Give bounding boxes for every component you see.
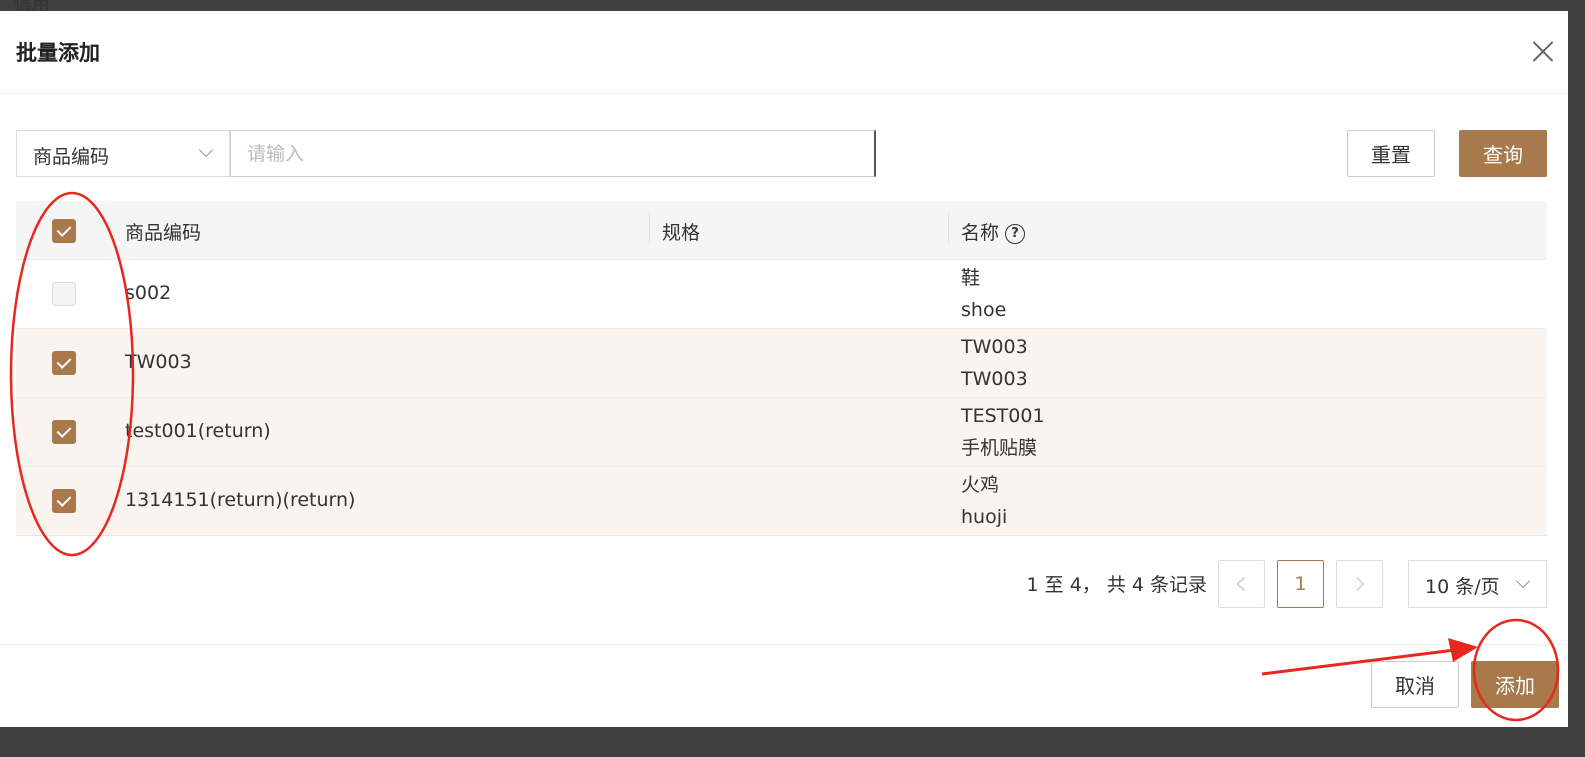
pagination: 1 至 4， 共 4 条记录 1 10 条/页 [0,560,1568,608]
row-name: TEST001 手机贴膜 [961,400,1045,464]
row-checkbox[interactable] [52,420,76,444]
row-code: test001(return) [125,420,271,442]
table-header: 商品编码 规格 名称? [16,201,1547,259]
help-icon[interactable]: ? [1005,223,1026,244]
row-name-line: TW003 [961,336,1028,358]
chevron-down-icon [198,142,214,158]
dialog-header: 批量添加 [0,11,1568,94]
column-divider [649,213,650,243]
row-name-line: huoji [961,506,1008,528]
row-code: s002 [125,282,172,304]
reset-button[interactable]: 重置 [1347,130,1435,177]
row-name-line: TEST001 [961,405,1045,427]
row-checkbox[interactable] [52,282,76,306]
cancel-button[interactable]: 取消 [1371,661,1459,708]
product-table: 商品编码 规格 名称? s002 鞋 shoe TW003 TW003 TW00… [16,201,1547,536]
chevron-down-icon [1515,573,1531,589]
search-field-label: 商品编码 [33,146,110,168]
chevron-right-icon [1349,576,1365,592]
pagination-summary: 1 至 4， 共 4 条记录 [1026,574,1207,596]
table-row[interactable]: 1314151(return)(return) 火鸡 huoji [16,466,1547,535]
column-header-code: 商品编码 [125,222,202,244]
query-button[interactable]: 查询 [1459,130,1547,177]
page-size-label: 10 条/页 [1425,576,1500,598]
dialog-footer: 取消 添加 [0,644,1568,727]
column-divider [948,213,949,243]
next-page-button[interactable] [1336,560,1383,608]
chevron-left-icon [1236,576,1252,592]
row-name-line: shoe [961,299,1007,321]
page-size-select[interactable]: 10 条/页 [1408,560,1547,608]
dialog-title: 批量添加 [16,41,100,65]
select-all-checkbox[interactable] [52,219,76,243]
search-field-select[interactable]: 商品编码 [16,130,230,177]
close-icon[interactable] [1530,39,1556,65]
row-checkbox[interactable] [52,489,76,513]
row-name-line: 火鸡 [961,474,1000,496]
prev-page-button[interactable] [1218,560,1265,608]
row-code: TW003 [125,351,192,373]
column-header-name: 名称? [961,218,1026,245]
row-name-line: 手机贴膜 [961,437,1038,459]
table-row[interactable]: test001(return) TEST001 手机贴膜 [16,397,1547,466]
row-name: 火鸡 huoji [961,469,1007,533]
row-name-line: TW003 [961,368,1028,390]
add-button[interactable]: 添加 [1471,661,1559,708]
row-checkbox[interactable] [52,351,76,375]
table-row[interactable]: s002 鞋 shoe [16,259,1547,328]
table-row[interactable]: TW003 TW003 TW003 [16,328,1547,397]
column-header-spec: 规格 [662,222,701,244]
row-code: 1314151(return)(return) [125,489,356,511]
search-input[interactable] [230,130,876,177]
row-name-line: 鞋 [961,267,981,289]
row-name: 鞋 shoe [961,262,1006,326]
search-bar: 商品编码 重置 查询 [16,130,1547,177]
row-name: TW003 TW003 [961,331,1028,395]
column-header-name-label: 名称 [961,222,1000,244]
page-number-button[interactable]: 1 [1277,560,1324,608]
batch-add-dialog: 批量添加 商品编码 重置 查询 商品编码 规格 名称? s002 鞋 [0,11,1568,727]
